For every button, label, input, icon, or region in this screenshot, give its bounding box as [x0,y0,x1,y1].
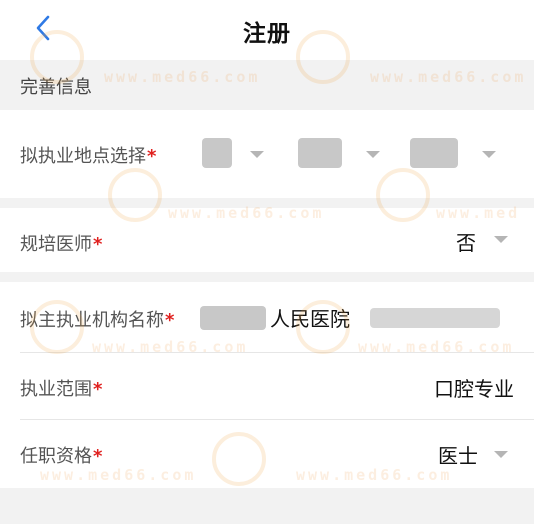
required-mark: * [93,379,103,400]
institution-redacted-prefix [200,306,266,330]
scope-label: 执业范围* [20,379,103,400]
institution-redacted-suffix [370,308,500,328]
qualification-value[interactable]: 医士 [438,440,478,469]
scope-row[interactable]: 执业范围* 口腔专业 [0,353,534,419]
residency-label: 规培医师* [20,234,103,255]
residency-row[interactable]: 规培医师* 否 [0,208,534,272]
chevron-down-icon[interactable] [250,149,264,159]
required-mark: * [165,310,175,331]
required-mark: * [93,446,103,467]
province-select-value[interactable] [202,138,232,168]
residency-value[interactable]: 否 [456,227,476,256]
required-mark: * [93,234,103,255]
chevron-down-icon[interactable] [482,149,496,159]
location-label: 拟执业地点选择* [20,146,157,167]
section-title: 完善信息 [20,77,92,98]
chevron-down-icon[interactable] [494,449,508,459]
scope-value[interactable]: 口腔专业 [434,373,514,402]
section-header: 完善信息 [0,60,534,110]
chevron-down-icon[interactable] [494,234,508,244]
chevron-down-icon[interactable] [366,149,380,159]
nav-bar: 注册 [0,0,534,60]
page-title: 注册 [243,21,291,47]
location-row[interactable]: 拟执业地点选择* [0,110,534,198]
section-gap [0,198,534,208]
district-select-value[interactable] [410,138,458,168]
bottom-area [0,488,534,524]
section-gap [0,272,534,282]
institution-value[interactable]: 人民医院 [270,303,350,332]
institution-row[interactable]: 拟主执业机构名称* 人民医院 [0,282,534,352]
city-select-value[interactable] [298,138,342,168]
qualification-row[interactable]: 任职资格* 医士 [0,420,534,488]
qualification-label: 任职资格* [20,446,103,467]
institution-label: 拟主执业机构名称* [20,310,175,331]
required-mark: * [147,146,157,167]
